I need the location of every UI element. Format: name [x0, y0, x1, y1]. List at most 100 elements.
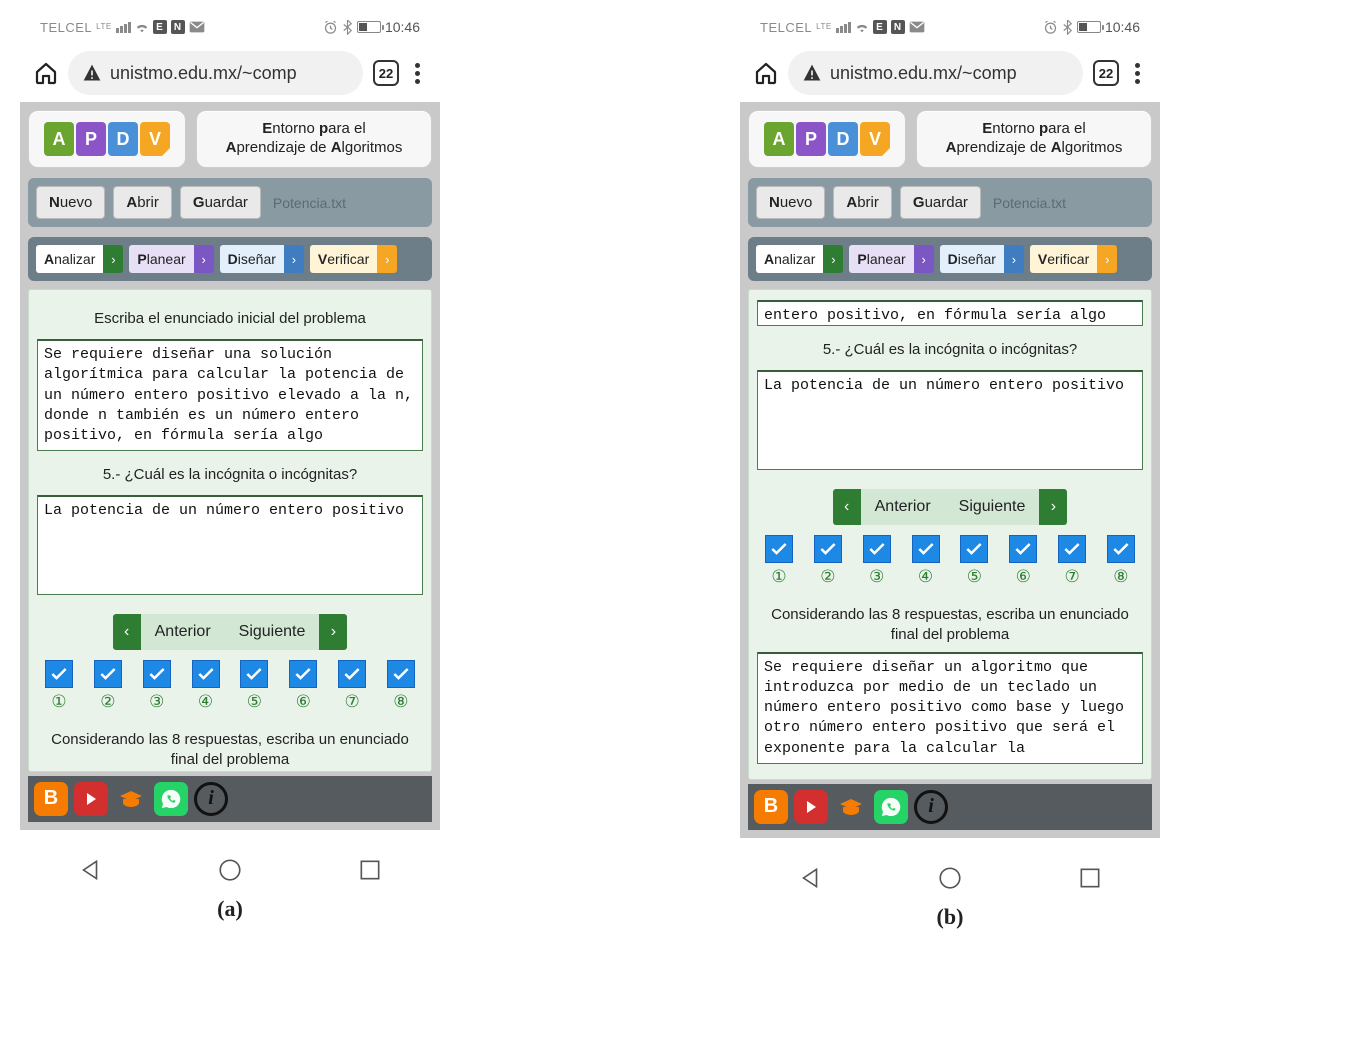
step-5-label: ⑤ — [967, 567, 982, 587]
tab-disenar[interactable]: Diseñar› — [220, 245, 304, 273]
app-title: Entorno para el Aprendizaje de Algoritmo… — [916, 110, 1152, 168]
tab-switcher[interactable]: 22 — [1093, 60, 1119, 86]
lte-badge: LTE — [96, 23, 112, 31]
not-secure-icon — [802, 63, 822, 83]
question-nav: ‹Anterior Siguiente› — [757, 489, 1143, 525]
tab-analizar[interactable]: Analizar› — [756, 245, 843, 273]
check-5[interactable] — [240, 660, 268, 688]
check-3[interactable] — [143, 660, 171, 688]
browser-toolbar: unistmo.edu.mx/~comp 22 — [20, 44, 440, 102]
chevron-right-icon: › — [194, 245, 214, 273]
android-recents-icon[interactable] — [1077, 865, 1103, 891]
app-viewport: A P D V Entorno para el Aprendizaje de A… — [740, 102, 1160, 838]
textarea-enunciado-final[interactable] — [757, 652, 1143, 764]
address-bar[interactable]: unistmo.edu.mx/~comp — [788, 51, 1083, 95]
lte-badge: LTE — [816, 23, 832, 31]
tab-analizar[interactable]: Analizar› — [36, 245, 123, 273]
check-3[interactable] — [863, 535, 891, 563]
whatsapp-icon[interactable] — [154, 782, 188, 816]
tab-verificar[interactable]: Verificar› — [1030, 245, 1117, 273]
check-8[interactable] — [387, 660, 415, 688]
check-8[interactable] — [1107, 535, 1135, 563]
app-title: Entorno para el Aprendizaje de Algoritmo… — [196, 110, 432, 168]
prompt-final: Considerando las 8 respuestas, escriba u… — [767, 605, 1133, 646]
home-icon[interactable] — [754, 61, 778, 85]
tab-planear[interactable]: Planear› — [129, 245, 213, 273]
anterior-button[interactable]: ‹Anterior — [113, 614, 225, 650]
check-6[interactable] — [289, 660, 317, 688]
blogger-icon[interactable]: B — [34, 782, 68, 816]
android-nav-bar — [20, 830, 440, 890]
android-home-icon[interactable] — [217, 857, 243, 883]
tab-planear[interactable]: Planear› — [849, 245, 933, 273]
check-1[interactable] — [765, 535, 793, 563]
phone-screenshot-a: TELCEL LTE E N 10:46 — [20, 10, 440, 890]
nuevo-button[interactable]: Nuevo — [756, 186, 825, 219]
address-bar[interactable]: unistmo.edu.mx/~comp — [68, 51, 363, 95]
tab-switcher[interactable]: 22 — [373, 60, 399, 86]
check-4[interactable] — [192, 660, 220, 688]
question-5-label: 5.- ¿Cuál es la incógnita o incógnitas? — [37, 466, 423, 483]
android-recents-icon[interactable] — [357, 857, 383, 883]
youtube-icon[interactable] — [794, 790, 828, 824]
android-nav-bar — [740, 838, 1160, 898]
tab-verificar[interactable]: Verificar› — [310, 245, 397, 273]
android-back-icon[interactable] — [77, 857, 103, 883]
prompt-final: Considerando las 8 respuestas, escriba u… — [47, 730, 413, 771]
android-status-bar: TELCEL LTE E N 10:46 — [740, 10, 1160, 44]
file-toolbar: Nuevo Abrir Guardar Potencia.txt — [28, 178, 432, 227]
signal-icon — [116, 22, 131, 33]
graduation-icon[interactable] — [114, 782, 148, 816]
home-icon[interactable] — [34, 61, 58, 85]
check-7[interactable] — [338, 660, 366, 688]
siguiente-button[interactable]: Siguiente› — [945, 489, 1068, 525]
youtube-icon[interactable] — [74, 782, 108, 816]
signal-icon — [836, 22, 851, 33]
graduation-icon[interactable] — [834, 790, 868, 824]
guardar-button[interactable]: Guardar — [900, 186, 981, 219]
progress-checks: ① ② ③ ④ ⑤ ⑥ ⑦ ⑧ — [37, 660, 423, 712]
overflow-menu-icon[interactable] — [1129, 59, 1146, 88]
overflow-menu-icon[interactable] — [409, 59, 426, 88]
carrier-label: TELCEL — [40, 20, 92, 35]
info-icon[interactable]: i — [914, 790, 948, 824]
textarea-respuesta-5[interactable] — [37, 495, 423, 595]
abrir-button[interactable]: Abrir — [833, 186, 892, 219]
check-2[interactable] — [814, 535, 842, 563]
mail-icon — [189, 21, 205, 33]
textarea-enunciado-inicial[interactable] — [37, 339, 423, 451]
guardar-button[interactable]: Guardar — [180, 186, 261, 219]
analyze-panel: Escriba el enunciado inicial del problem… — [28, 289, 432, 772]
question-5-label: 5.- ¿Cuál es la incógnita o incógnitas? — [757, 341, 1143, 358]
check-7[interactable] — [1058, 535, 1086, 563]
analyze-panel: 5.- ¿Cuál es la incógnita o incógnitas? … — [748, 289, 1152, 780]
check-2[interactable] — [94, 660, 122, 688]
info-icon[interactable]: i — [194, 782, 228, 816]
whatsapp-icon[interactable] — [874, 790, 908, 824]
step-1-label: ① — [51, 692, 66, 712]
abrir-button[interactable]: Abrir — [113, 186, 172, 219]
check-5[interactable] — [960, 535, 988, 563]
blogger-icon[interactable]: B — [754, 790, 788, 824]
siguiente-button[interactable]: Siguiente› — [225, 614, 348, 650]
anterior-button[interactable]: ‹Anterior — [833, 489, 945, 525]
step-3-label: ③ — [149, 692, 164, 712]
file-toolbar: Nuevo Abrir Guardar Potencia.txt — [748, 178, 1152, 227]
chevron-right-icon: › — [319, 614, 347, 650]
status-icon-e: E — [153, 20, 167, 34]
textarea-enunciado-inicial-tail[interactable] — [757, 300, 1143, 326]
tab-disenar[interactable]: Diseñar› — [940, 245, 1024, 273]
prompt-initial: Escriba el enunciado inicial del problem… — [37, 310, 423, 327]
not-secure-icon — [82, 63, 102, 83]
textarea-respuesta-5[interactable] — [757, 370, 1143, 470]
check-6[interactable] — [1009, 535, 1037, 563]
status-icon-n: N — [891, 20, 905, 34]
step-7-label: ⑦ — [344, 692, 359, 712]
check-4[interactable] — [912, 535, 940, 563]
android-home-icon[interactable] — [937, 865, 963, 891]
android-back-icon[interactable] — [797, 865, 823, 891]
check-1[interactable] — [45, 660, 73, 688]
wifi-icon — [855, 20, 869, 34]
nuevo-button[interactable]: Nuevo — [36, 186, 105, 219]
step-2-label: ② — [100, 692, 115, 712]
